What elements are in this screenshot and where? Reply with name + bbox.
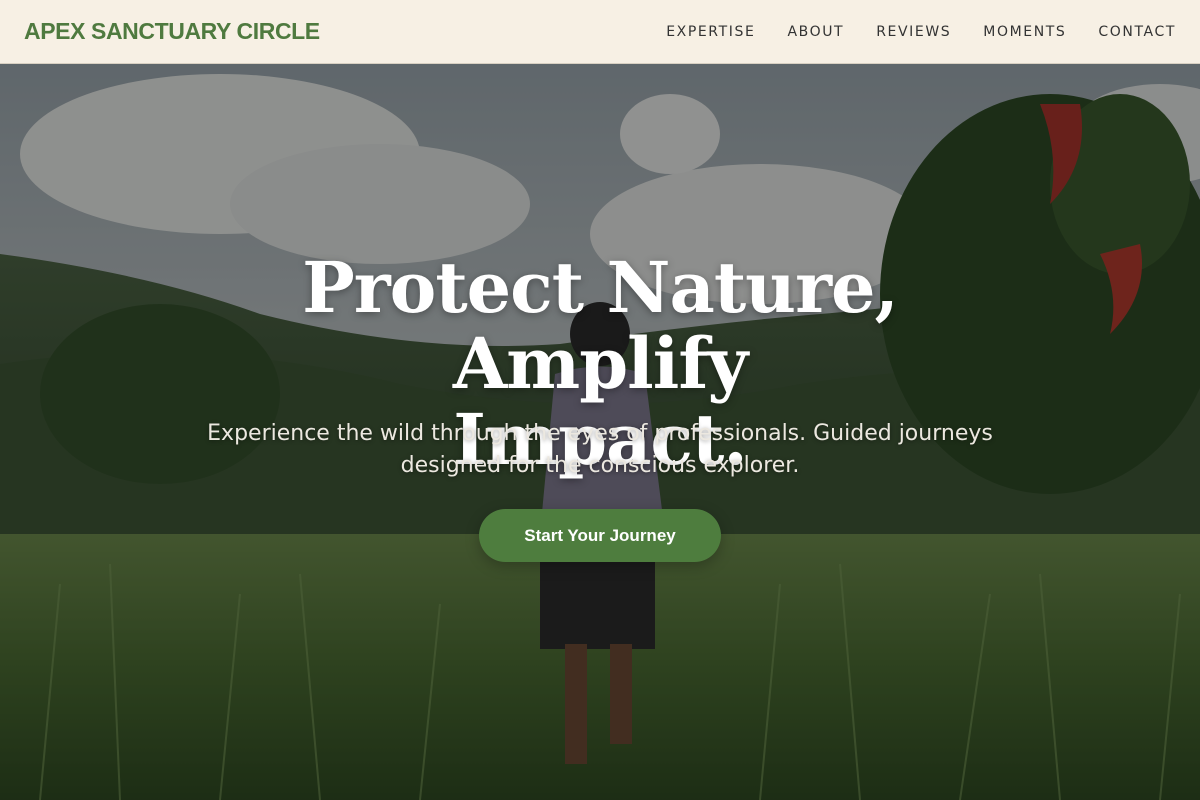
hero-content: Protect Nature, Amplify Impact. Experien… [0,64,1200,800]
hero-subtitle: Experience the wild through the eyes of … [207,421,993,478]
nav-reviews[interactable]: REVIEWS [876,24,951,40]
hero-section: Protect Nature, Amplify Impact. Experien… [0,64,1200,800]
hero-title-line-1: Protect Nature, Amplify [302,246,899,405]
nav-contact[interactable]: CONTACT [1098,24,1176,40]
start-journey-button[interactable]: Start Your Journey [479,509,721,562]
main-nav: EXPERTISE ABOUT REVIEWS MOMENTS CONTACT [634,24,1176,40]
nav-moments[interactable]: MOMENTS [983,24,1066,40]
site-header: APEX SANCTUARY CIRCLE EXPERTISE ABOUT RE… [0,0,1200,64]
brand-logo[interactable]: APEX SANCTUARY CIRCLE [24,18,320,45]
nav-about[interactable]: ABOUT [787,24,844,40]
nav-expertise[interactable]: EXPERTISE [666,24,755,40]
